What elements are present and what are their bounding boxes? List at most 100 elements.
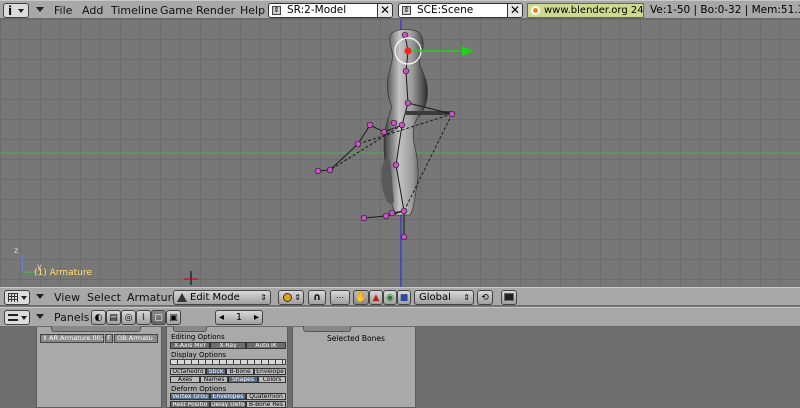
screen-name[interactable]: SR:2-Model xyxy=(287,4,346,16)
b-bone-button[interactable]: B-Bone xyxy=(226,368,254,375)
3d-cursor-icon xyxy=(184,271,198,285)
menu-file[interactable]: File xyxy=(54,4,72,17)
close-icon[interactable]: ✕ xyxy=(507,4,522,17)
translate-manipulator-button[interactable]: ▲ xyxy=(369,290,383,305)
arrow-left-icon[interactable]: ◂ xyxy=(219,311,224,324)
armature[interactable] xyxy=(317,34,453,237)
rotate-manipulator-button[interactable]: ◉ xyxy=(383,290,397,305)
script-icon: ▤ xyxy=(109,313,118,323)
render-preview-button[interactable] xyxy=(501,290,517,305)
pivot-selector[interactable]: ⇕ xyxy=(278,290,304,305)
fake-user-button[interactable]: F xyxy=(105,334,113,343)
rest-position-toggle[interactable]: Rest Positio xyxy=(170,401,210,408)
stick-button[interactable]: Stick xyxy=(206,368,226,375)
info-header: i File Add Timeline Game Render Help ⇕ S… xyxy=(0,0,800,19)
orientation-label[interactable]: Global xyxy=(419,292,451,303)
context-editing-button[interactable]: ▢ xyxy=(151,310,166,325)
active-object-label: (1) Armature xyxy=(34,268,92,278)
menu-view[interactable]: View xyxy=(54,291,80,304)
3d-viewport[interactable]: z y (1) Armature xyxy=(0,19,800,287)
envelopes-toggle[interactable]: Envelopes xyxy=(210,393,246,400)
scale-icon: ■ xyxy=(399,293,409,303)
editor-type-button[interactable]: i xyxy=(3,3,29,18)
pivot-icon xyxy=(283,293,292,302)
arrow-right-icon[interactable]: ▸ xyxy=(254,311,259,324)
context-shading-button[interactable]: ◎ xyxy=(121,310,136,325)
logic-icon: ◐ xyxy=(94,313,103,323)
scene-browse-icon[interactable]: ⇕ xyxy=(402,6,411,15)
x-axis-mirror-toggle[interactable]: X-Axis Mirr xyxy=(170,342,210,349)
auto-ik-toggle[interactable]: Auto IK xyxy=(246,342,286,349)
editing-icon: ▢ xyxy=(154,313,163,323)
magnet-icon: ∩ xyxy=(312,292,322,303)
colors-toggle[interactable]: Colors xyxy=(258,376,286,383)
deform-options-label: Deform Options xyxy=(171,385,227,393)
object-icon: ⌇ xyxy=(141,313,146,323)
layer-lock-button[interactable]: ⟲ xyxy=(477,290,493,305)
collapse-menu-icon[interactable] xyxy=(36,7,44,12)
armature-datablock-field[interactable]: ⇕ AR:Armature.002 xyxy=(40,334,104,343)
axes-toggle[interactable]: Axes xyxy=(170,376,200,383)
3d-view-header: View Select Armature Edit Mode ⇕ ⇕ ∩ ⋯ ✋… xyxy=(0,287,800,306)
scene-selector[interactable]: ⇕ SCE:Scene ✕ xyxy=(398,3,523,18)
axis-z-label: z xyxy=(14,246,19,255)
frame-number-field[interactable]: ◂ 1 ▸ xyxy=(215,310,263,325)
proportional-edit-button[interactable]: ∩ xyxy=(308,290,326,305)
frame-value[interactable]: 1 xyxy=(236,312,242,323)
names-toggle[interactable]: Names xyxy=(200,376,228,383)
shapes-toggle[interactable]: Shapes xyxy=(228,376,258,383)
collapse-menu-icon[interactable] xyxy=(36,314,44,319)
menu-panels[interactable]: Panels xyxy=(54,311,89,324)
context-script-button[interactable]: ▤ xyxy=(106,310,121,325)
panel-tab[interactable] xyxy=(51,326,141,332)
quaternion-toggle[interactable]: Quaternion xyxy=(246,393,286,400)
triangle-icon: ▲ xyxy=(372,293,380,303)
viewport-canvas[interactable] xyxy=(0,19,800,287)
bone-layer-buttons[interactable] xyxy=(170,359,286,365)
chevron-down-icon xyxy=(21,296,27,300)
orientation-selector[interactable]: Global ⇕ xyxy=(414,290,474,305)
delay-deform-toggle[interactable]: Delay Defor xyxy=(210,401,246,408)
context-scene-button[interactable]: ▣ xyxy=(166,310,181,325)
mode-selector[interactable]: Edit Mode ⇕ xyxy=(173,290,271,305)
menu-game[interactable]: Game xyxy=(160,4,193,17)
scene-name[interactable]: SCE:Scene xyxy=(417,4,473,16)
collapse-menu-icon[interactable] xyxy=(36,294,44,299)
envelope-button[interactable]: Envelope xyxy=(254,368,286,375)
panel-tab[interactable] xyxy=(303,326,351,332)
menu-armature[interactable]: Armature xyxy=(127,291,179,304)
octahedron-button[interactable]: Octahedro xyxy=(170,368,206,375)
object-name[interactable]: OB:Armatu xyxy=(117,335,153,342)
context-object-button[interactable]: ⌇ xyxy=(136,310,151,325)
grid-icon xyxy=(8,293,18,302)
blender-url: www.blender.org 249.2 xyxy=(544,5,644,16)
close-icon[interactable]: ✕ xyxy=(377,4,392,17)
menu-help[interactable]: Help xyxy=(240,4,265,17)
screen-selector[interactable]: ⇕ SR:2-Model ✕ xyxy=(268,3,393,18)
snap-menu-button[interactable]: ⋯ xyxy=(330,290,350,305)
scale-manipulator-button[interactable]: ■ xyxy=(397,290,411,305)
menu-render[interactable]: Render xyxy=(196,4,235,17)
fake-user-label: F xyxy=(107,334,111,342)
manipulator-toggle[interactable]: ✋ xyxy=(353,290,369,305)
vertex-groups-toggle[interactable]: Vertex Grou xyxy=(170,393,210,400)
active-bone-head[interactable] xyxy=(404,47,412,55)
b-bone-rest-toggle[interactable]: B-Bone Res xyxy=(246,401,286,408)
object-datablock-field[interactable]: OB:Armatu xyxy=(114,334,158,343)
menu-timeline[interactable]: Timeline xyxy=(111,4,158,17)
context-logic-button[interactable]: ◐ xyxy=(91,310,106,325)
menu-select[interactable]: Select xyxy=(87,291,121,304)
x-ray-toggle[interactable]: X-Ray xyxy=(210,342,246,349)
display-options-label: Display Options xyxy=(171,351,227,359)
armature-name[interactable]: AR:Armature.002 xyxy=(49,335,103,342)
screen-browse-icon[interactable]: ⇕ xyxy=(272,6,281,15)
panel-tab[interactable] xyxy=(173,326,207,332)
mode-label[interactable]: Edit Mode xyxy=(190,292,240,303)
browse-icon[interactable]: ⇕ xyxy=(42,335,47,342)
scene-icon: ▣ xyxy=(169,313,178,323)
editor-type-button[interactable] xyxy=(4,310,30,325)
editor-type-button[interactable] xyxy=(4,290,30,305)
menu-add[interactable]: Add xyxy=(82,4,103,17)
buttons-window: ⇕ AR:Armature.002 F OB:Armatu Editing Op… xyxy=(0,326,800,408)
chevron-down-icon xyxy=(18,9,24,13)
